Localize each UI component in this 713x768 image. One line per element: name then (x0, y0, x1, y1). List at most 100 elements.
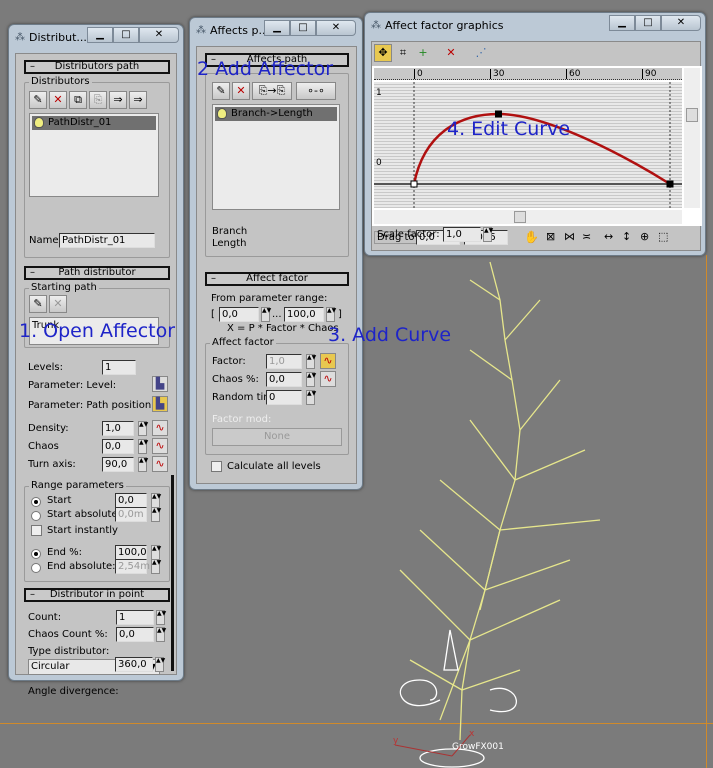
curve-icon[interactable]: ∿ (152, 456, 168, 472)
delete-icon[interactable]: ✕ (49, 295, 67, 313)
zoom-region-icon[interactable]: ⬚ (658, 230, 668, 243)
zoom-extents-vertical-icon[interactable]: ≍ (582, 230, 591, 243)
insert-point-icon[interactable]: ⋰ (472, 44, 490, 62)
chaos-percent-input[interactable]: 0,0 (266, 372, 302, 387)
count-spinner[interactable]: ▲▼ (156, 610, 166, 625)
end-input[interactable]: 100,0 (115, 545, 147, 560)
start-absolute-input[interactable]: 0,0m (115, 507, 147, 522)
end-absolute-input[interactable]: 2,54m (115, 559, 150, 574)
horizontal-scrollbar[interactable] (374, 210, 682, 224)
levels-select[interactable]: 1 (102, 360, 136, 375)
name-input[interactable]: PathDistr_01 (59, 233, 155, 248)
move-down-icon[interactable]: ⇒ (129, 91, 147, 109)
close-button[interactable]: ✕ (661, 15, 701, 31)
scale-factor-spinner[interactable]: ▲▼ (483, 227, 493, 242)
density-input[interactable]: 1,0 (102, 421, 134, 436)
minimize-button[interactable]: ▁ (87, 27, 113, 43)
zoom-horizontal-icon[interactable]: ↔ (604, 230, 613, 243)
chaos-input[interactable]: 0,0 (102, 439, 134, 454)
random-time-input[interactable]: 0 (266, 390, 302, 405)
new-icon[interactable]: ✎ (29, 91, 47, 109)
minimize-button[interactable]: ▁ (609, 15, 635, 31)
scroll-thumb[interactable] (686, 108, 698, 122)
factor-mod-button[interactable]: None (212, 428, 342, 446)
end-radio[interactable] (31, 549, 41, 559)
range-to-spinner[interactable]: ▲▼ (326, 307, 336, 322)
vertical-scrollbar[interactable] (684, 68, 700, 208)
factor-input[interactable]: 1,0 (266, 354, 302, 369)
curve-icon[interactable]: ∿ (152, 438, 168, 454)
delete-icon[interactable]: ✕ (232, 82, 250, 100)
new-icon[interactable]: ✎ (29, 295, 47, 313)
copy-icon[interactable]: ⧉ (69, 91, 87, 109)
scrollbar[interactable] (171, 475, 174, 671)
chaos-count-spinner[interactable]: ▲▼ (156, 627, 166, 642)
maximize-button[interactable]: □ (290, 20, 316, 36)
new-icon[interactable]: ✎ (212, 82, 230, 100)
add-point-icon[interactable]: + (414, 44, 432, 62)
list-item[interactable]: Branch->Length (215, 107, 337, 121)
move-points-icon[interactable]: ✥ (374, 44, 392, 62)
graph-area[interactable]: 0 30 60 90 1 0 (372, 66, 702, 226)
list-item[interactable]: PathDistr_01 (32, 116, 156, 130)
paste-icon[interactable]: ⎘ (89, 91, 107, 109)
copy-affector-icon[interactable]: ⎘→⎘ (252, 82, 292, 100)
rollout-distributor-in-point[interactable]: – Distributor in point (24, 588, 170, 602)
curve-plot[interactable] (372, 66, 684, 226)
density-spinner[interactable]: ▲▼ (138, 421, 148, 436)
angle-divergence-input[interactable]: 360,0 (115, 657, 153, 672)
chaos-spinner[interactable]: ▲▼ (138, 439, 148, 454)
pan-icon[interactable]: ✋ (524, 230, 539, 244)
start-radio[interactable] (31, 497, 41, 507)
distributors-list[interactable]: PathDistr_01 (29, 113, 159, 197)
angle-divergence-spinner[interactable]: ▲▼ (155, 657, 165, 672)
end-spinner[interactable]: ▲▼ (151, 545, 161, 560)
title-bar[interactable]: ⁂ Distribut... ▁ □ ✕ (9, 25, 183, 49)
title-bar[interactable]: ⁂ Affect factor graphics ▁ □ ✕ (365, 13, 705, 37)
rollout-affect-factor[interactable]: – Affect factor (205, 272, 349, 286)
close-button[interactable]: ✕ (139, 27, 179, 43)
random-time-spinner[interactable]: ▲▼ (306, 390, 316, 405)
rollout-path-distributor[interactable]: – Path distributor (24, 266, 170, 280)
start-input[interactable]: 0,0 (115, 493, 147, 508)
turn-axis-spinner[interactable]: ▲▼ (138, 457, 148, 472)
factor-spinner[interactable]: ▲▼ (306, 354, 316, 369)
start-absolute-radio[interactable] (31, 511, 41, 521)
delete-icon[interactable]: ✕ (49, 91, 67, 109)
rollout-distributors-path[interactable]: – Distributors path (24, 60, 170, 74)
scale-factor-input[interactable]: 1,0 (443, 227, 481, 242)
zoom-extents-icon[interactable]: ⊠ (546, 230, 555, 243)
range-from-spinner[interactable]: ▲▼ (261, 307, 271, 322)
maximize-button[interactable]: □ (113, 27, 139, 43)
calculate-all-levels-checkbox[interactable] (211, 461, 222, 472)
close-button[interactable]: ✕ (316, 20, 356, 36)
zoom-extents-horizontal-icon[interactable]: ⋈ (564, 230, 575, 243)
affects-list[interactable]: Branch->Length (212, 104, 340, 210)
start-instantly-checkbox[interactable] (31, 525, 42, 536)
curve-icon[interactable]: ∿ (320, 371, 336, 387)
delete-point-icon[interactable]: ✕ (442, 44, 460, 62)
scale-points-icon[interactable]: ⌗ (394, 44, 412, 62)
maximize-button[interactable]: □ (635, 15, 661, 31)
end-absolute-radio[interactable] (31, 563, 41, 573)
end-absolute-spinner[interactable]: ▲▼ (151, 559, 161, 574)
link-icon[interactable]: ∘-∘ (296, 82, 336, 100)
range-to-input[interactable]: 100,0 (284, 307, 324, 322)
curve-icon[interactable]: ∿ (320, 353, 336, 369)
minimize-button[interactable]: ▁ (264, 20, 290, 36)
curve-point[interactable] (494, 110, 502, 118)
zoom-icon[interactable]: ⊕ (640, 230, 649, 243)
move-up-icon[interactable]: ⇒ (109, 91, 127, 109)
start-spinner[interactable]: ▲▼ (151, 493, 161, 508)
histogram-icon[interactable]: ▙ (152, 376, 168, 392)
zoom-vertical-icon[interactable]: ↕ (622, 230, 631, 243)
curve-point[interactable] (410, 180, 418, 188)
start-absolute-spinner[interactable]: ▲▼ (151, 507, 161, 522)
turn-axis-input[interactable]: 90,0 (102, 457, 134, 472)
scroll-thumb[interactable] (514, 211, 526, 223)
histogram-icon[interactable]: ▙ (152, 396, 168, 412)
range-from-input[interactable]: 0,0 (219, 307, 259, 322)
count-input[interactable]: 1 (116, 610, 154, 625)
curve-point[interactable] (666, 180, 674, 188)
title-bar[interactable]: ⁂ Affects p... ▁ □ ✕ (190, 18, 362, 42)
